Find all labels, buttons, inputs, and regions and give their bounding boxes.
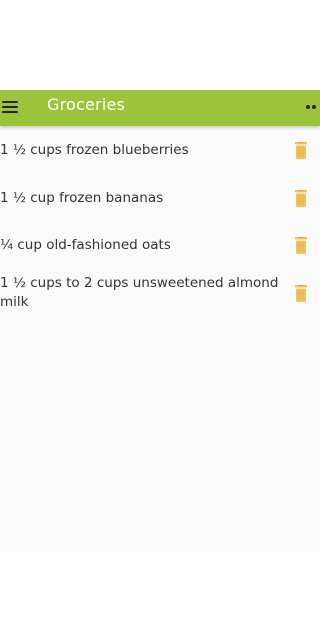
grocery-list: 1 ½ cups frozen blueberries 1 ½ cup froz… bbox=[0, 126, 320, 336]
list-item-label: 1 ½ cups frozen blueberries bbox=[0, 142, 189, 158]
trash-icon[interactable] bbox=[294, 190, 308, 207]
app-bar: Groceries bbox=[0, 90, 320, 126]
list-item[interactable]: 1 ½ cups to 2 cups unsweetened almond mi… bbox=[0, 268, 320, 336]
more-horiz-icon[interactable] bbox=[306, 105, 318, 111]
menu-icon[interactable] bbox=[2, 101, 18, 115]
list-item[interactable]: 1 ½ cups frozen blueberries bbox=[0, 126, 320, 174]
page-title: Groceries bbox=[47, 95, 126, 114]
trash-icon[interactable] bbox=[294, 142, 308, 159]
list-item-label: ¼ cup old-fashioned oats bbox=[0, 237, 171, 253]
list-item[interactable]: 1 ½ cup frozen bananas bbox=[0, 174, 320, 221]
trash-icon[interactable] bbox=[294, 237, 308, 254]
list-item-label: 1 ½ cup frozen bananas bbox=[0, 190, 164, 206]
screen: Groceries 1 ½ cups frozen blueberries 1 … bbox=[0, 0, 320, 640]
list-item-label: 1 ½ cups to 2 cups unsweetened almond mi… bbox=[0, 275, 279, 310]
trash-icon[interactable] bbox=[294, 285, 308, 302]
list-item[interactable]: ¼ cup old-fashioned oats bbox=[0, 221, 320, 268]
